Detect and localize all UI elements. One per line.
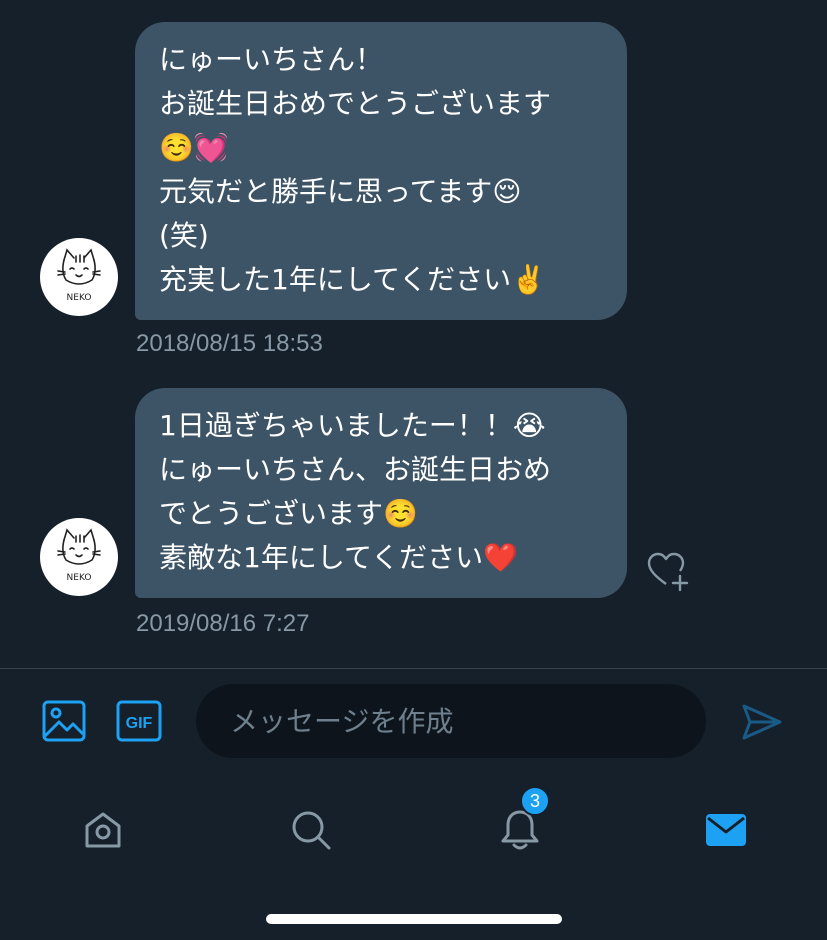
message-text-line: でとうございます☺️ (159, 497, 418, 530)
home-indicator[interactable] (266, 914, 562, 924)
svg-text:NEKO: NEKO (67, 293, 92, 303)
send-button[interactable] (740, 700, 784, 748)
cat-avatar-icon: NEKO (57, 248, 101, 303)
image-icon (42, 700, 86, 742)
message-text-line: にゅーいちさん！ (159, 43, 384, 76)
heart-plus-icon (647, 552, 689, 592)
add-image-button[interactable] (42, 700, 86, 746)
gif-icon: GIF (116, 700, 162, 742)
message-text-line: 1日過ぎちゃいましたー！！😭 (159, 409, 546, 442)
message-input[interactable] (196, 684, 706, 758)
message-text-line: お誕生日おめでとうございます (159, 87, 552, 120)
message-timestamp: 2018/08/15 18:53 (136, 330, 323, 357)
add-gif-button[interactable]: GIF (116, 700, 162, 746)
cat-avatar-icon: NEKO (57, 528, 101, 583)
message-text-line: 充実した1年にしてください✌️ (159, 263, 546, 296)
message-timestamp: 2019/08/16 7:27 (136, 610, 310, 637)
message-bubble[interactable]: にゅーいちさん！ お誕生日おめでとうございます ☺️💓 元気だと勝手に思ってます… (135, 22, 627, 320)
message-bubble[interactable]: 1日過ぎちゃいましたー！！😭 にゅーいちさん、お誕生日おめ でとうございます☺️… (135, 388, 627, 598)
search-icon (292, 811, 331, 850)
tab-bar: 3 (0, 780, 827, 880)
message-text-line: 元気だと勝手に思ってます😌 (159, 175, 522, 208)
message-text-line: (笑) (159, 219, 209, 252)
send-icon (742, 704, 782, 740)
message-text-line: 素敵な1年にしてください❤️ (159, 541, 518, 574)
like-message-button[interactable] (645, 548, 691, 594)
notification-badge: 3 (520, 786, 550, 816)
avatar[interactable]: NEKO (40, 238, 118, 316)
dm-conversation-screen: NEKO にゅーいちさん！ お誕生日おめでとうございます ☺️💓 元気だと勝手に… (0, 0, 827, 940)
tab-search[interactable] (281, 800, 341, 860)
svg-text:GIF: GIF (126, 715, 153, 732)
tab-messages[interactable] (696, 800, 756, 860)
tab-notifications[interactable]: 3 (490, 786, 550, 860)
message-text-line: ☺️💓 (159, 131, 229, 164)
home-icon (85, 812, 121, 848)
message-text-line: にゅーいちさん、お誕生日おめ (159, 453, 552, 486)
tab-home[interactable] (73, 800, 133, 860)
mail-icon (706, 814, 746, 846)
svg-text:NEKO: NEKO (67, 573, 92, 583)
divider (0, 668, 827, 669)
message-composer: GIF (0, 684, 827, 760)
avatar[interactable]: NEKO (40, 518, 118, 596)
